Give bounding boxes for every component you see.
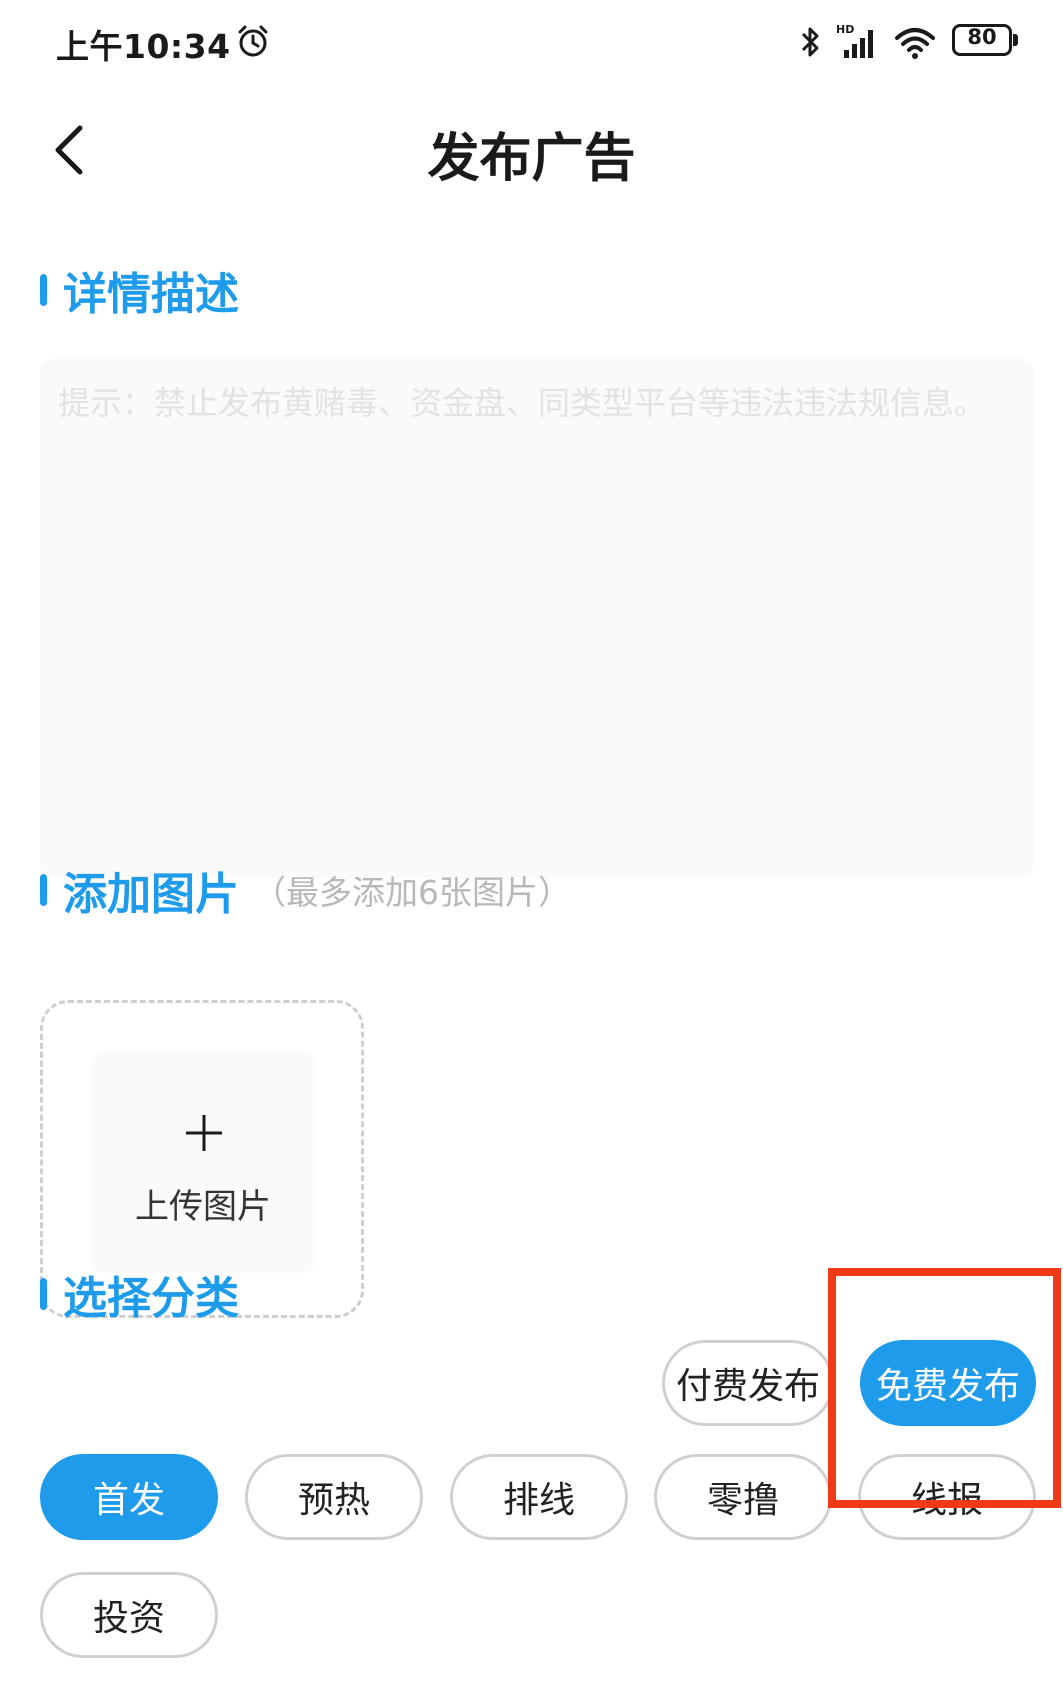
images-section-title: 添加图片 <box>63 869 239 920</box>
battery-level: 80 <box>967 25 997 49</box>
status-time: 上午10:34 <box>56 27 231 66</box>
upload-image-area: 上传图片 <box>91 1051 315 1273</box>
category-label: 排线 <box>502 1480 575 1521</box>
wifi-icon <box>895 28 935 59</box>
plus-icon <box>186 1115 222 1151</box>
category-label: 投资 <box>92 1598 165 1639</box>
cellular-signal-icon: HD <box>836 23 873 58</box>
page-title: 发布广告 <box>427 129 636 189</box>
battery-indicator: 80 <box>952 24 1018 56</box>
details-section-title: 详情描述 <box>63 269 239 320</box>
category-label: 零撸 <box>706 1480 779 1521</box>
section-marker <box>40 274 47 306</box>
bluetooth-icon <box>801 27 819 57</box>
details-section-header: 详情描述 <box>40 258 239 322</box>
upload-image-label: 上传图片 <box>135 1187 271 1227</box>
publish-ad-page: 上午10:34 HD 80 发布广告 详情描述 提示：禁止发布黄赌毒、资金盘、同… <box>0 0 1063 1682</box>
description-input[interactable] <box>58 378 1016 858</box>
battery-tip <box>1013 34 1018 46</box>
category-preheat[interactable]: 预热 <box>245 1454 423 1540</box>
description-box <box>40 358 1034 878</box>
paid-publish-label: 付费发布 <box>675 1366 820 1407</box>
status-bar: 上午10:34 HD 80 <box>0 0 1063 86</box>
category-first-release[interactable]: 首发 <box>40 1454 218 1540</box>
images-section-header: 添加图片 （最多添加6张图片） <box>40 858 571 922</box>
svg-text:HD: HD <box>836 23 854 36</box>
paid-publish-button[interactable]: 付费发布 <box>662 1340 834 1426</box>
category-section-title: 选择分类 <box>63 1273 239 1324</box>
category-zero-cost[interactable]: 零撸 <box>654 1454 832 1540</box>
category-section-header: 选择分类 <box>40 1262 239 1326</box>
section-marker <box>40 874 47 906</box>
alarm-icon <box>238 25 268 57</box>
category-investment[interactable]: 投资 <box>40 1572 218 1658</box>
category-label: 首发 <box>92 1480 165 1521</box>
category-line[interactable]: 排线 <box>450 1454 628 1540</box>
images-limit-hint: （最多添加6张图片） <box>253 873 571 912</box>
section-marker <box>40 1278 47 1310</box>
category-label: 预热 <box>297 1480 370 1521</box>
highlight-annotation <box>828 1268 1061 1508</box>
